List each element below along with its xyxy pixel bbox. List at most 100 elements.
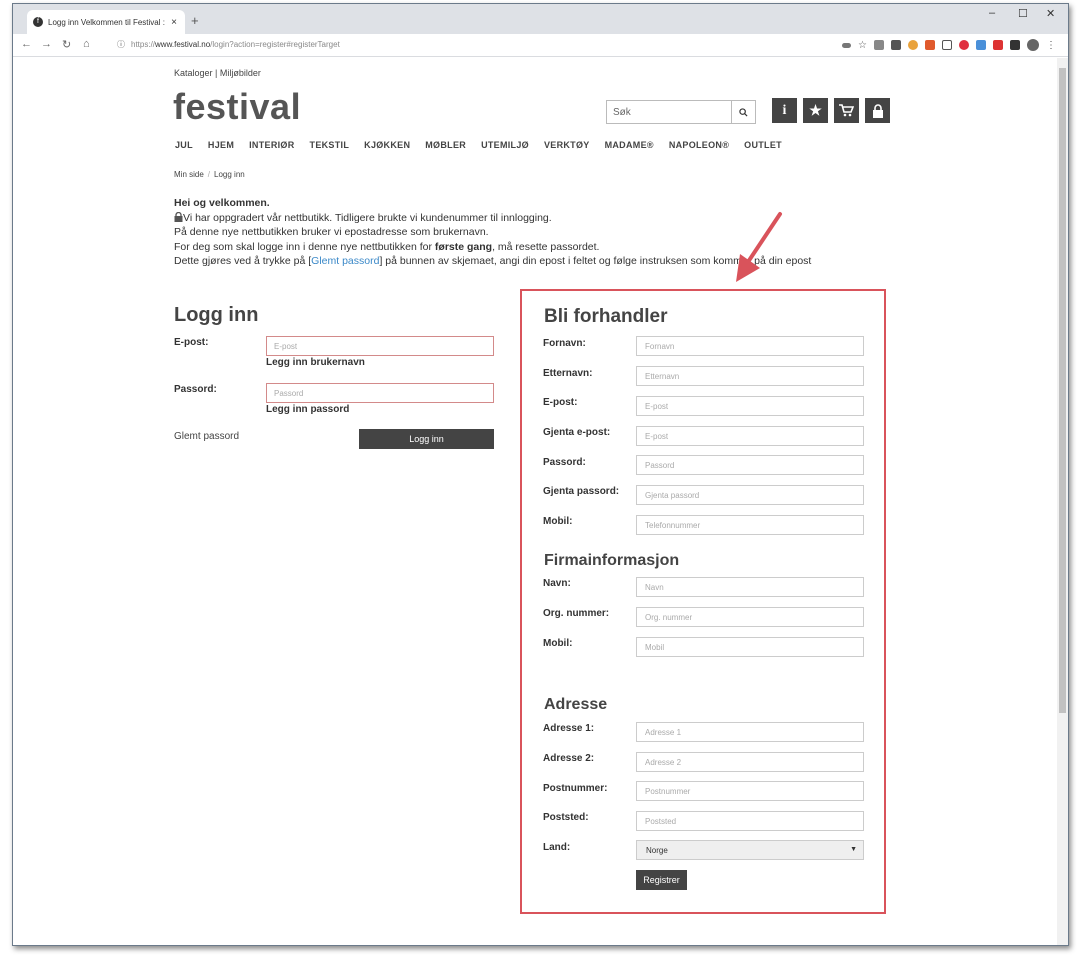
favicon-icon: f	[33, 17, 43, 27]
welcome-line-2: På denne nye nettbutikken bruker vi epos…	[174, 226, 489, 238]
nav-item-utemiljo[interactable]: UTEMILJØ	[481, 140, 529, 150]
back-arrow-icon[interactable]: ←	[21, 38, 32, 50]
firstname-input[interactable]	[636, 336, 864, 356]
forgot-password-link[interactable]: Glemt passord	[311, 255, 379, 267]
star-icon: ★	[809, 102, 822, 118]
register-email-label: E-post:	[543, 397, 578, 408]
nav-item-tekstil[interactable]: TEKSTIL	[310, 140, 350, 150]
capture-extension-icon[interactable]	[942, 40, 952, 50]
pinterest-icon[interactable]	[959, 40, 969, 50]
extension-icon[interactable]	[891, 40, 901, 50]
nav-item-outlet[interactable]: OUTLET	[744, 140, 782, 150]
city-label: Poststed:	[543, 812, 589, 823]
welcome-message: Hei og velkommen. Vi har oppgradert vår …	[174, 196, 811, 269]
nav-item-jul[interactable]: JUL	[175, 140, 193, 150]
main-navigation: JUL HJEM INTERIØR TEKSTIL KJØKKEN MØBLER…	[175, 140, 782, 150]
dark-extension-icon[interactable]	[1010, 40, 1020, 50]
forgot-password-link[interactable]: Glemt passord	[174, 431, 239, 442]
favorites-button[interactable]: ★	[803, 98, 828, 123]
register-password-input[interactable]	[636, 455, 864, 475]
welcome-heading: Hei og velkommen.	[174, 197, 270, 209]
blue-extension-icon[interactable]	[976, 40, 986, 50]
tab-close-icon[interactable]: ×	[167, 17, 181, 28]
search-input[interactable]	[607, 101, 731, 123]
vertical-scrollbar[interactable]	[1057, 58, 1068, 945]
bookmark-star-icon[interactable]: ☆	[858, 40, 867, 51]
login-password-input[interactable]	[266, 383, 494, 403]
red-arrow-annotation	[736, 212, 782, 282]
firstname-label: Fornavn:	[543, 338, 586, 349]
register-password-label: Passord:	[543, 457, 586, 468]
nav-item-napoleon[interactable]: NAPOLEON®	[669, 140, 729, 150]
org-number-input[interactable]	[636, 607, 864, 627]
nav-item-madame[interactable]: MADAME®	[605, 140, 654, 150]
login-button[interactable]	[865, 98, 890, 123]
address-heading: Adresse	[544, 696, 608, 713]
register-title: Bli forhandler	[544, 306, 668, 327]
qr-extension-icon[interactable]	[874, 40, 884, 50]
info-button[interactable]: i	[772, 98, 797, 123]
cart-button[interactable]	[834, 98, 859, 123]
city-input[interactable]	[636, 811, 864, 831]
lastname-input[interactable]	[636, 366, 864, 386]
nav-item-verktoy[interactable]: VERKTØY	[544, 140, 590, 150]
company-name-input[interactable]	[636, 577, 864, 597]
new-tab-button[interactable]: +	[191, 13, 199, 28]
red-extension-icon[interactable]	[993, 40, 1003, 50]
welcome-line-1: Vi har oppgradert vår nettbutikk. Tidlig…	[183, 211, 552, 224]
repeat-email-label: Gjenta e-post:	[543, 427, 611, 438]
search-icon	[739, 107, 748, 117]
login-submit-button[interactable]: Logg inn	[359, 429, 494, 449]
nav-item-mobler[interactable]: MØBLER	[425, 140, 466, 150]
postcode-input[interactable]	[636, 781, 864, 801]
breadcrumb: Min side / Logg inn	[174, 170, 245, 179]
browser-tab[interactable]: f Logg inn Velkommen til Festival : ×	[27, 10, 185, 34]
address1-input[interactable]	[636, 722, 864, 742]
top-links[interactable]: Kataloger | Miljøbilder	[174, 68, 261, 78]
festival-logo[interactable]: festival	[173, 86, 301, 128]
close-window-button[interactable]: ✕	[1046, 7, 1055, 20]
password-label: Passord:	[174, 384, 217, 395]
badge-extension-icon[interactable]	[925, 40, 935, 50]
repeat-email-input[interactable]	[636, 426, 864, 446]
welcome-line-3-start: For deg som skal logge inn i denne nye n…	[174, 240, 435, 253]
email-hint: Legg inn brukernavn	[266, 357, 365, 368]
country-selected-value: Norge	[646, 845, 668, 855]
home-icon[interactable]: ⌂	[83, 38, 90, 50]
scrollbar-thumb[interactable]	[1059, 68, 1066, 713]
color-extension-icon[interactable]	[908, 40, 918, 50]
menu-dots-icon[interactable]: ⋮	[1046, 40, 1056, 51]
country-label: Land:	[543, 842, 571, 853]
address-bar[interactable]: ⓘ https://www.festival.no/login?action=re…	[117, 39, 340, 50]
url-scheme: https://	[131, 40, 156, 49]
register-submit-button[interactable]: Registrer	[636, 870, 687, 890]
search-button[interactable]	[731, 101, 755, 123]
reload-icon[interactable]: ↻	[62, 38, 71, 51]
repeat-password-input[interactable]	[636, 485, 864, 505]
company-mobile-input[interactable]	[636, 637, 864, 657]
profile-avatar[interactable]	[1027, 39, 1039, 51]
login-email-input[interactable]	[266, 336, 494, 356]
chevron-down-icon: ▼	[850, 846, 857, 853]
nav-item-hjem[interactable]: HJEM	[208, 140, 234, 150]
tab-title: Logg inn Velkommen til Festival :	[48, 17, 165, 27]
welcome-line-3-end: , må resette passordet.	[492, 240, 600, 253]
tab-strip: f Logg inn Velkommen til Festival : × + …	[13, 4, 1068, 34]
register-email-input[interactable]	[636, 396, 864, 416]
address1-label: Adresse 1:	[543, 723, 595, 734]
maximize-button[interactable]: ☐	[1018, 7, 1028, 20]
breadcrumb-min-side[interactable]: Min side	[174, 170, 204, 179]
country-select[interactable]: Norge ▼	[636, 840, 864, 860]
lock-icon	[174, 211, 183, 222]
nav-item-kjokken[interactable]: KJØKKEN	[364, 140, 410, 150]
phone-input[interactable]	[636, 515, 864, 535]
breadcrumb-logg-inn: Logg inn	[214, 170, 245, 179]
browser-window: f Logg inn Velkommen til Festival : × + …	[12, 3, 1069, 946]
site-info-icon[interactable]: ⓘ	[117, 40, 125, 49]
forward-arrow-icon[interactable]: →	[41, 38, 52, 50]
key-icon[interactable]	[842, 42, 852, 48]
company-info-heading: Firmainformasjon	[544, 552, 680, 569]
address2-input[interactable]	[636, 752, 864, 772]
minimize-button[interactable]: –	[989, 7, 995, 19]
nav-item-interior[interactable]: INTERIØR	[249, 140, 294, 150]
